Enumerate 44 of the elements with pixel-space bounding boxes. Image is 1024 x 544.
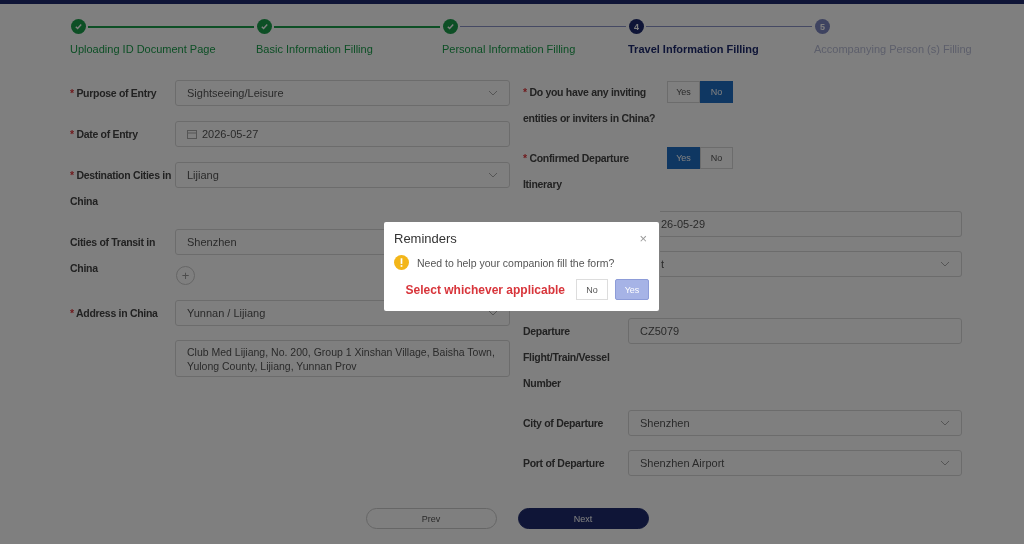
input-field[interactable]: CZ5079 (628, 318, 962, 344)
field-label: * Destination Cities in China (70, 168, 173, 209)
toggle-option[interactable]: Yes (667, 81, 700, 103)
input-field[interactable]: Lijiang (175, 162, 510, 188)
step-label: Uploading ID Document Page (70, 43, 217, 55)
field-label: City of Departure (523, 416, 605, 431)
field-label: Cities of Transit in China (70, 235, 156, 276)
prev-button[interactable]: Prev (365, 508, 497, 529)
toggle-option[interactable]: No (700, 147, 733, 169)
field-label: Port of Departure (523, 456, 606, 471)
input-field[interactable]: Shenzhen (628, 410, 962, 436)
input-field[interactable]: 26-05-29 (660, 211, 962, 237)
close-button[interactable]: × (637, 231, 649, 246)
input-field[interactable]: Shenzhen Airport (628, 450, 962, 476)
step-number: 4 (629, 19, 644, 34)
dialog-title: Reminders (394, 231, 457, 246)
required-mark: * (70, 169, 74, 181)
next-button[interactable]: Next (517, 508, 649, 529)
step-number: 5 (815, 19, 830, 34)
input-field[interactable]: t (660, 251, 962, 277)
step-label: Basic Information Filling (256, 43, 374, 55)
hint-text: Select whichever applicable (405, 282, 565, 297)
required-mark: * (70, 307, 74, 319)
add-button[interactable]: + (176, 266, 195, 285)
field-label: * Address in China (70, 306, 159, 321)
required-mark: * (523, 86, 527, 98)
no-button[interactable]: No (576, 279, 608, 300)
field-label: * Purpose of Entry (70, 86, 158, 101)
dialog-message: Need to help your companion fill the form? (417, 256, 615, 269)
address-textarea[interactable]: Club Med Lijiang, No. 200, Group 1 Xinshan Village, Baisha Town, Yulong County, Lijiang, Yunnan Prov (175, 340, 510, 377)
required-mark: * (523, 152, 527, 164)
required-mark: * (70, 87, 74, 99)
toggle-option[interactable]: No (700, 81, 733, 103)
required-mark: * (70, 128, 74, 140)
field-label: Departure Flight/Train/Vessel Number (523, 324, 611, 391)
field-label: * Do you have any inviting entities or inviters in China? (523, 85, 657, 126)
input-field[interactable]: Sightseeing/Leisure (175, 80, 510, 106)
toggle-option[interactable]: Yes (667, 147, 700, 169)
step-label: Travel Information Filling (628, 43, 760, 55)
field-label: * Confirmed Departure Itinerary (523, 151, 630, 192)
yes-button[interactable]: Yes (615, 279, 649, 300)
field-label: * Date of Entry (70, 127, 139, 142)
input-field[interactable]: 2026-05-27 (175, 121, 510, 147)
step-label: Personal Information Filling (442, 43, 577, 55)
